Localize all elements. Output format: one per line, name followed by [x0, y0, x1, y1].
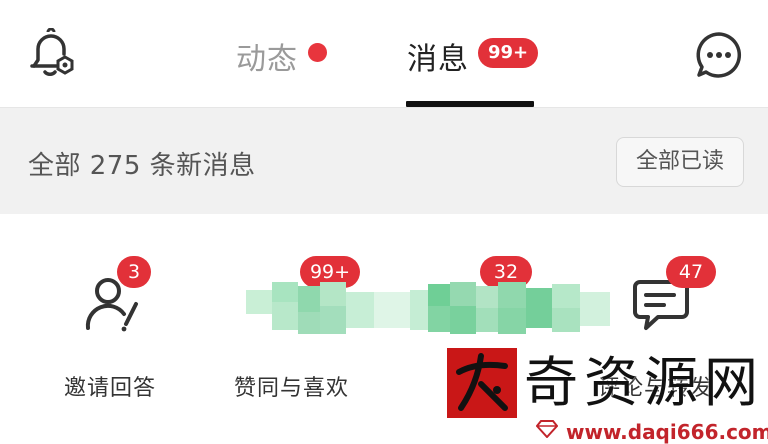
invite-answer-badge: 3	[117, 256, 151, 288]
notification-settings-icon[interactable]	[26, 28, 76, 80]
likes-label[interactable]: 赞同与喜欢	[234, 370, 349, 402]
watermark-title: 奇资源网	[524, 351, 764, 414]
invite-answer-label[interactable]: 邀请回答	[64, 370, 156, 402]
tab-dynamic-unread-dot	[308, 43, 327, 62]
new-messages-summary: 全部 275 条新消息	[28, 151, 256, 181]
pixelation-overlay	[246, 282, 610, 338]
tab-messages-badge: 99+	[478, 38, 539, 68]
active-tab-indicator	[406, 101, 534, 107]
chat-bubble-icon[interactable]	[694, 30, 744, 80]
comment-badge: 47	[666, 256, 716, 288]
mark-all-read-button[interactable]: 全部已读	[616, 137, 744, 187]
messages-screen: 动态 消息 99+ 全部 275 条新消息 全部已读 3 邀请回答 99+ 赞同…	[0, 0, 768, 444]
watermark-logo	[447, 348, 517, 418]
tab-dynamic[interactable]: 动态	[236, 34, 298, 78]
top-bar	[0, 0, 768, 108]
tab-messages[interactable]: 消息	[407, 34, 469, 78]
diamond-icon	[536, 420, 558, 438]
watermark-url: www.daqi666.com	[566, 420, 768, 444]
